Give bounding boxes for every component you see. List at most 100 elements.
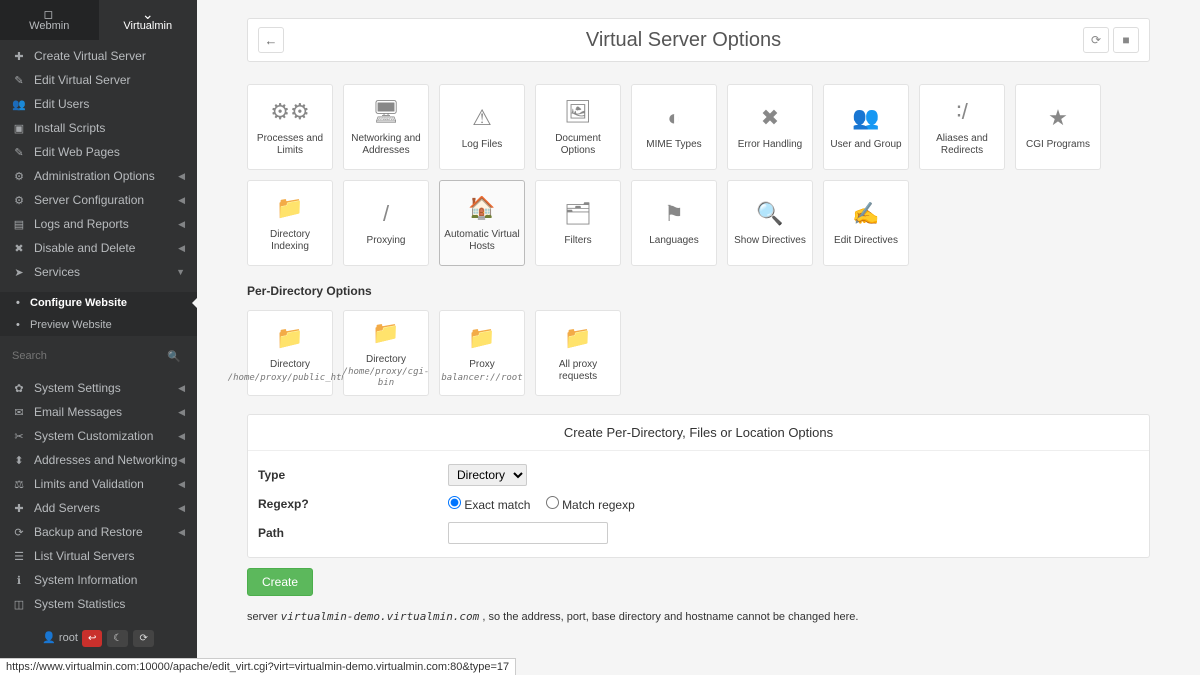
option-tile[interactable]: 📁Directory Indexing [247, 180, 333, 266]
nav-label: Disable and Delete [34, 241, 135, 255]
night-button[interactable]: ☾ [107, 630, 128, 647]
sidebar-item[interactable]: ✚Create Virtual Server [0, 44, 197, 68]
sidebar: ◇ Webmin ⌄ Virtualmin ✚Create Virtual Se… [0, 0, 197, 675]
virtualmin-tab[interactable]: ⌄ Virtualmin [99, 0, 198, 40]
create-button[interactable]: Create [247, 568, 313, 596]
sidebar-item[interactable]: ⚙Administration Options◀ [0, 164, 197, 188]
tile-icon: 🖼 [564, 97, 592, 127]
sidebar-item[interactable]: ✎Edit Virtual Server [0, 68, 197, 92]
sidebar-item[interactable]: ✎Edit Web Pages [0, 140, 197, 164]
nav-label: Backup and Restore [34, 525, 143, 539]
nav-label: System Settings [34, 381, 121, 395]
nav-label: Limits and Validation [34, 477, 144, 491]
tile-icon: 🔍 [756, 199, 783, 229]
option-tile[interactable]: 🔍 Show Directives [727, 180, 813, 266]
type-select[interactable]: Directory [448, 464, 527, 486]
tiles-main: ⚙⚙Processes and Limits🖥Networking and Ad… [247, 84, 1150, 266]
topbar: ← Virtual Server Options ⟳ ■ [247, 18, 1150, 62]
tile-icon: ⚠ [472, 103, 492, 133]
tile-label: Filters [564, 235, 591, 248]
nav-label: System Information [34, 573, 137, 587]
option-tile[interactable]: ⚑Languages [631, 180, 717, 266]
search-icon[interactable]: 🔍 [167, 350, 181, 363]
sidebar-item[interactable]: ℹSystem Information [0, 568, 197, 592]
option-tile[interactable]: 📁Directory/home/proxy/public_html [247, 310, 333, 396]
option-tile[interactable]: 🖼Document Options [535, 84, 621, 170]
search-box: 🔍 [0, 340, 197, 372]
back-button[interactable]: ← [258, 27, 284, 53]
option-tile[interactable]: 📁Proxybalancer://root [439, 310, 525, 396]
sidebar-item[interactable]: ⚙Server Configuration◀ [0, 188, 197, 212]
option-tile[interactable]: 📁 All proxy requests [535, 310, 621, 396]
nav-label: Edit Virtual Server [34, 73, 131, 87]
option-tile[interactable]: ∶/Aliases and Redirects [919, 84, 1005, 170]
option-tile[interactable]: 📁Directory/home/proxy/cgi-bin [343, 310, 429, 396]
tile-label: Error Handling [738, 139, 802, 152]
sidebar-item[interactable]: ◫System Statistics [0, 592, 197, 616]
tile-icon: 📁 [276, 323, 303, 353]
tile-icon: 📁 [564, 323, 591, 353]
tile-label: Aliases and Redirects [924, 133, 1000, 158]
option-tile[interactable]: 🖥Networking and Addresses [343, 84, 429, 170]
tile-icon: 🗂 [564, 199, 592, 229]
nav-icon: ▤ [12, 218, 26, 231]
sidebar-item[interactable]: ✂System Customization◀ [0, 424, 197, 448]
reload-button[interactable]: ⟳ [1083, 27, 1109, 53]
nav-icon: ⚙ [12, 170, 26, 183]
search-input[interactable] [12, 346, 185, 366]
regexp-radio[interactable] [546, 496, 559, 509]
webmin-tab[interactable]: ◇ Webmin [0, 0, 99, 40]
tile-icon: ✖ [761, 103, 779, 133]
sidebar-item[interactable]: ▣Install Scripts [0, 116, 197, 140]
option-tile[interactable]: ◐MIME Types [631, 84, 717, 170]
nav-icon: ◫ [12, 598, 26, 611]
tile-label: CGI Programs [1026, 139, 1090, 152]
nav-bottom: ✿System Settings◀✉Email Messages◀✂System… [0, 372, 197, 620]
sidebar-item[interactable]: ⬍Addresses and Networking◀ [0, 448, 197, 472]
chevron-icon: ◀ [178, 407, 185, 418]
sidebar-item[interactable]: ☰List Virtual Servers [0, 544, 197, 568]
content: ⚙⚙Processes and Limits🖥Networking and Ad… [197, 62, 1200, 675]
sidebar-item[interactable]: ⟳Backup and Restore◀ [0, 520, 197, 544]
nav-label: Server Configuration [34, 193, 144, 207]
sidebar-item[interactable]: ✚Add Servers◀ [0, 496, 197, 520]
sidebar-item[interactable]: 👥Edit Users [0, 92, 197, 116]
user-icon: 👤 [42, 632, 56, 644]
tile-icon: ⚙⚙ [270, 97, 309, 127]
tile-icon: 👥 [852, 103, 879, 133]
option-tile[interactable]: ★CGI Programs [1015, 84, 1101, 170]
refresh-button[interactable]: ⟳ [133, 630, 153, 647]
option-tile[interactable]: 👥User and Group [823, 84, 909, 170]
tile-icon: ◐ [667, 103, 680, 133]
option-tile[interactable]: 🗂 Filters [535, 180, 621, 266]
sidebar-item[interactable]: ▤Logs and Reports◀ [0, 212, 197, 236]
nav-label: Services [34, 265, 80, 279]
tile-label: Show Directives [734, 235, 806, 248]
nav-icon: ✉ [12, 406, 26, 419]
sidebar-subitem[interactable]: Preview Website [0, 314, 197, 336]
sidebar-item[interactable]: ⚖Limits and Validation◀ [0, 472, 197, 496]
sidebar-item[interactable]: ✉Email Messages◀ [0, 400, 197, 424]
tile-icon: / [383, 199, 389, 229]
path-input[interactable] [448, 522, 608, 544]
option-tile[interactable]: ✖ Error Handling [727, 84, 813, 170]
option-tile[interactable]: ⚠Log Files [439, 84, 525, 170]
tile-icon: 📁 [276, 193, 303, 223]
option-tile[interactable]: ✍Edit Directives [823, 180, 909, 266]
nav-icon: ⬍ [12, 454, 26, 467]
tile-label: Proxy [469, 359, 495, 372]
sidebar-subitem[interactable]: Configure Website [0, 292, 197, 314]
option-tile[interactable]: /Proxying [343, 180, 429, 266]
stop-button[interactable]: ■ [1113, 27, 1139, 53]
chevron-icon: ◀ [178, 219, 185, 230]
tile-label: Automatic Virtual Hosts [444, 229, 520, 254]
tile-label: All proxy requests [540, 359, 616, 384]
option-tile[interactable]: ⚙⚙Processes and Limits [247, 84, 333, 170]
exact-radio[interactable] [448, 496, 461, 509]
sidebar-item[interactable]: ✿System Settings◀ [0, 376, 197, 400]
sidebar-item[interactable]: ✖Disable and Delete◀ [0, 236, 197, 260]
sidebar-item[interactable]: ➤Services▼ [0, 260, 197, 284]
option-tile[interactable]: 🏠Automatic Virtual Hosts [439, 180, 525, 266]
chevron-icon: ◀ [178, 455, 185, 466]
logout-button[interactable]: ↩ [82, 630, 102, 647]
